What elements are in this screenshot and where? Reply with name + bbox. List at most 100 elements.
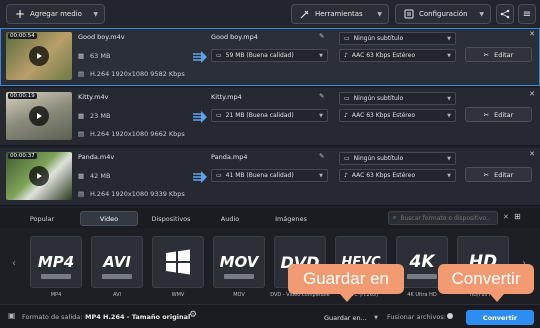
format-mp4[interactable]: MP4 — [30, 236, 82, 288]
menu-button[interactable]: ≡ — [518, 4, 536, 24]
file-row[interactable]: 00:00:54 Good boy.m4v ▦ 63 MB ▤ H.264 19… — [0, 28, 540, 86]
subtitle-icon: ▭ — [344, 95, 350, 102]
avi-logo-icon: AVI — [103, 253, 131, 271]
audio-select[interactable]: ♪ AAC 63 Kbps Estéreo ▼ — [339, 169, 456, 182]
codec-icon: ▤ — [78, 70, 85, 78]
chevron-down-icon: ▼ — [319, 112, 323, 119]
settings-button[interactable]: Configuración ▼ — [395, 4, 491, 24]
convert-button[interactable]: Convertir — [466, 310, 534, 325]
video-thumbnail[interactable]: 00:00:54 — [6, 32, 72, 80]
mp4-logo-icon: MP4 — [37, 253, 75, 271]
chevron-down-icon: ▼ — [319, 52, 323, 59]
codec-icon: ▤ — [78, 190, 85, 198]
tools-label: Herramientas — [315, 10, 363, 18]
close-icon[interactable]: ✕ — [529, 30, 535, 38]
tab-video[interactable]: Video — [80, 211, 138, 226]
mov-logo-icon: MOV — [219, 253, 259, 271]
format-wmv[interactable] — [152, 236, 204, 288]
chevron-down-icon: ▼ — [479, 10, 484, 18]
output-file-name[interactable]: Good boy.mp4 — [211, 33, 258, 41]
folder-icon: ▦ — [78, 172, 85, 180]
output-size-value: 41 MB (Buena calidad) — [225, 172, 294, 179]
convert-arrow-icon — [193, 51, 207, 63]
file-row[interactable]: 00:00:37 Panda.m4v ▦ 42 MB ▤ H.264 1920x… — [0, 148, 540, 206]
add-media-button[interactable]: + Agregar medio ▼ — [6, 4, 105, 24]
tab-images[interactable]: Imágenes — [262, 211, 320, 226]
codec-info: H.264 1920x1080 9662 Kbps — [90, 130, 185, 138]
convert-arrow-icon — [193, 111, 207, 123]
output-size-select[interactable]: ▭ 21 MB (Buena calidad) ▼ — [211, 109, 328, 122]
add-preset-icon[interactable]: ⊞ — [514, 212, 521, 221]
format-tabs: Popular Video Dispositivos Audio Imágene… — [0, 208, 540, 228]
output-format-value[interactable]: MP4 H.264 - Tamaño original — [85, 313, 190, 321]
chevron-down-icon: ▼ — [374, 314, 378, 321]
close-icon[interactable]: ✕ — [529, 90, 535, 98]
subtitle-select[interactable]: ▭ Ningún subtítulo ▼ — [339, 152, 456, 165]
callout-tail — [490, 294, 504, 302]
save-to-callout-text: Guardar en — [303, 269, 389, 288]
output-size-value: 59 MB (Buena calidad) — [225, 52, 294, 59]
save-to-callout: Guardar en — [288, 264, 404, 302]
play-icon[interactable] — [29, 166, 49, 186]
format-avi[interactable]: AVI — [91, 236, 143, 288]
chevron-down-icon: ▼ — [447, 95, 451, 102]
duration-badge: 00:00:19 — [8, 93, 37, 99]
edit-button[interactable]: ✂ Editar — [465, 47, 532, 62]
output-file-name[interactable]: Panda.mp4 — [211, 153, 248, 161]
codec-icon: ▤ — [78, 130, 85, 138]
audio-icon: ♪ — [344, 172, 348, 179]
tab-audio[interactable]: Audio — [206, 211, 254, 226]
subtitle-value: Ningún subtítulo — [353, 35, 404, 42]
video-thumbnail[interactable]: 00:00:19 — [6, 92, 72, 140]
subtitle-select[interactable]: ▭ Ningún subtítulo ▼ — [339, 32, 456, 45]
play-icon[interactable] — [29, 106, 49, 126]
plus-icon: + — [14, 7, 26, 21]
tab-popular[interactable]: Popular — [16, 211, 68, 226]
output-size-select[interactable]: ▭ 41 MB (Buena calidad) ▼ — [211, 169, 328, 182]
chevron-down-icon: ▼ — [447, 35, 451, 42]
save-to-select[interactable]: Guardar en... ▼ — [316, 310, 382, 325]
tools-icon — [298, 7, 312, 21]
file-row[interactable]: 00:00:19 Kitty.m4v ▦ 23 MB ▤ H.264 1920x… — [0, 88, 540, 146]
rename-pencil-icon[interactable]: ✎ — [319, 92, 324, 100]
tools-button[interactable]: Herramientas ▼ — [291, 4, 389, 24]
audio-value: AAC 63 Kbps Estéreo — [351, 52, 415, 59]
chevron-down-icon: ▼ — [447, 112, 451, 119]
close-icon[interactable]: ✕ — [503, 213, 509, 221]
convert-arrow-icon — [193, 171, 207, 183]
output-format-label: Formato de salida: — [22, 313, 83, 321]
chevron-down-icon: ▼ — [377, 10, 382, 18]
edit-button[interactable]: ✂ Editar — [465, 107, 532, 122]
edit-label: Editar — [494, 110, 514, 119]
duration-badge: 00:00:54 — [8, 33, 37, 39]
merge-toggle[interactable] — [447, 313, 453, 319]
chevron-left-icon[interactable]: ‹ — [12, 258, 16, 269]
file-size: 42 MB — [90, 172, 111, 180]
format-mov[interactable]: MOV — [213, 236, 265, 288]
chevron-down-icon: ▼ — [447, 172, 451, 179]
audio-select[interactable]: ♪ AAC 63 Kbps Estéreo ▼ — [339, 49, 456, 62]
format-label: MOV — [233, 292, 245, 298]
subtitle-select[interactable]: ▭ Ningún subtítulo ▼ — [339, 92, 456, 105]
scissors-icon: ✂ — [483, 110, 490, 119]
rename-pencil-icon[interactable]: ✎ — [319, 152, 324, 160]
gear-icon[interactable]: ⚙ — [189, 310, 197, 320]
save-to-label: Guardar en... — [324, 313, 367, 322]
rename-pencil-icon[interactable]: ✎ — [319, 32, 324, 40]
edit-button[interactable]: ✂ Editar — [465, 167, 532, 182]
size-icon: ▭ — [216, 52, 222, 59]
video-thumbnail[interactable]: 00:00:37 — [6, 152, 72, 200]
play-icon[interactable] — [29, 46, 49, 66]
output-size-select[interactable]: ▭ 59 MB (Buena calidad) ▼ — [211, 49, 328, 62]
folder-icon: ▦ — [78, 112, 85, 120]
subtitle-value: Ningún subtítulo — [353, 95, 404, 102]
format-search-input[interactable] — [400, 214, 491, 222]
format-search[interactable]: ⌕ — [388, 211, 498, 225]
codec-info: H.264 1920x1080 9582 Kbps — [90, 70, 185, 78]
audio-select[interactable]: ♪ AAC 63 Kbps Estéreo ▼ — [339, 109, 456, 122]
share-button[interactable] — [496, 4, 514, 24]
tab-devices[interactable]: Dispositivos — [144, 211, 198, 226]
output-file-name[interactable]: Kitty.mp4 — [211, 93, 242, 101]
codec-info: H.264 1920x1080 9339 Kbps — [90, 190, 185, 198]
close-icon[interactable]: ✕ — [529, 150, 535, 158]
